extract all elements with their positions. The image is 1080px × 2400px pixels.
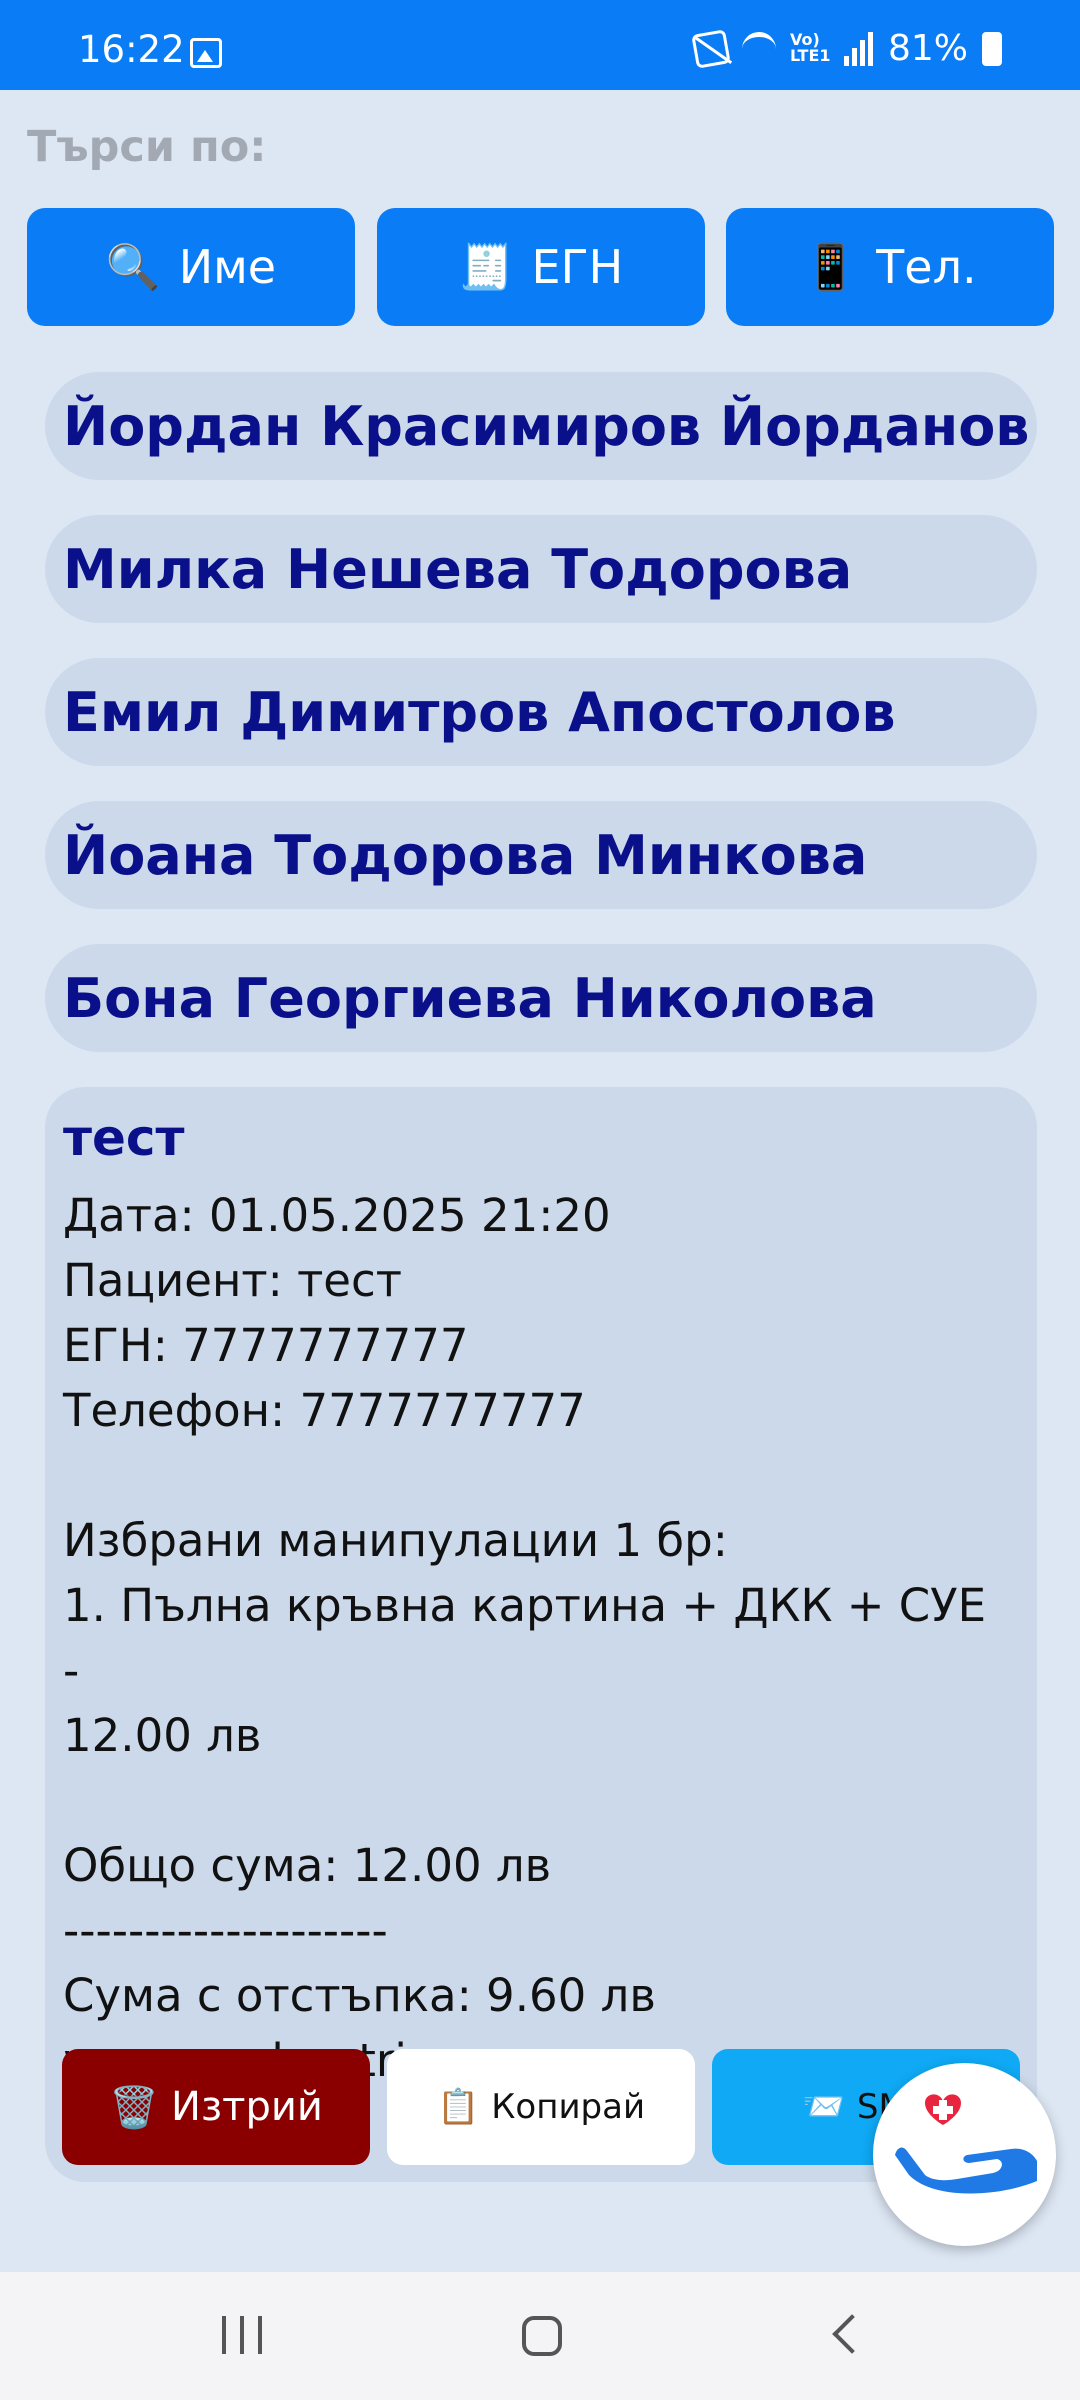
phone-icon: 📱 [803,242,859,293]
heart-hand-icon [895,2094,1037,2194]
patient-item[interactable]: Бона Георгиева Николова [45,944,1037,1052]
search-by-name-button[interactable]: 🔍 Име [27,208,355,326]
system-nav-bar [0,2272,1080,2400]
care-logo-button[interactable] [873,2063,1056,2246]
record-item-price: 12.00 лв [63,1709,262,1762]
copy-label: Копирай [491,2087,646,2127]
status-indicators: Vo) LTE1 81% [691,28,1002,69]
signal-icon [843,31,874,66]
envelope-icon: 📨 [802,2087,845,2127]
magnifier-icon: 🔍 [105,242,161,293]
record-separator: -------------------- [63,1904,388,1957]
status-time: 16:22 [78,28,185,71]
search-by-egn-button[interactable]: 🧾 ЕГН [377,208,705,326]
back-button[interactable] [832,2314,872,2354]
search-by-label: Търси по: [27,122,267,172]
patient-item[interactable]: Йордан Красимиров Йорданов [45,372,1037,480]
record-date: Дата: 01.05.2025 21:20 [63,1189,611,1242]
wifi-icon [741,31,776,66]
search-by-phone-button[interactable]: 📱 Тел. [726,208,1054,326]
recent-apps-button[interactable] [222,2316,262,2354]
patient-item[interactable]: Милка Нешева Тодорова [45,515,1037,623]
record-details: Дата: 01.05.2025 21:20 Пациент: тест ЕГН… [63,1183,1013,2093]
delete-button[interactable]: 🗑️ Изтрий [62,2049,370,2165]
record-egn: ЕГН: 7777777777 [63,1319,469,1372]
copy-button[interactable]: 📋 Копирай [387,2049,695,2165]
record-card: тест Дата: 01.05.2025 21:20 Пациент: тес… [45,1087,1037,2182]
delete-label: Изтрий [170,2084,323,2130]
image-notification-icon [190,38,222,68]
record-patient: Пациент: тест [63,1254,402,1307]
record-phone: Телефон: 7777777777 [63,1384,586,1437]
record-title: тест [63,1109,185,1167]
record-total: Общо сума: 12.00 лв [63,1839,552,1892]
battery-percent: 81% [887,28,968,69]
record-selected-count: Избрани манипулации 1 бр: [63,1514,728,1567]
volte-icon: Vo) LTE1 [789,29,831,65]
patient-item[interactable]: Емил Димитров Апостолов [45,658,1037,766]
patient-item[interactable]: Йоана Тодорова Минкова [45,801,1037,909]
record-item: 1. Пълна кръвна картина + ДКК + СУЕ - [63,1579,987,1697]
trash-icon: 🗑️ [109,2084,159,2131]
search-by-egn-label: ЕГН [531,240,624,294]
mute-icon [691,28,731,69]
clipboard-icon: 📋 [436,2087,480,2127]
receipt-icon: 🧾 [458,242,514,293]
status-bar: 16:22 Vo) LTE1 81% [0,0,1080,90]
battery-icon [982,31,1002,66]
search-by-name-label: Име [178,240,277,294]
record-discount: Сума с отстъпка: 9.60 лв [63,1969,656,2022]
search-by-phone-label: Тел. [876,240,977,294]
home-button[interactable] [522,2316,562,2356]
